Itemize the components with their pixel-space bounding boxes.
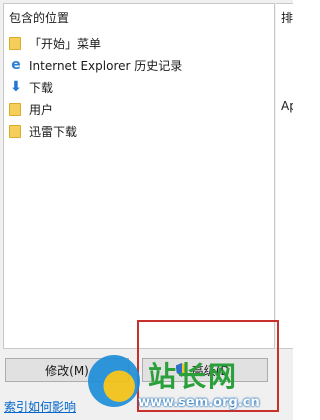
excluded-column-header: 排 xyxy=(281,11,293,25)
modify-button[interactable]: 修改(M) xyxy=(5,358,129,382)
list-item-xunlei-downloads[interactable]: 迅雷下载 xyxy=(8,121,77,141)
modify-button-label: 修改(M) xyxy=(45,363,89,378)
list-item-label: Internet Explorer 历史记录 xyxy=(29,58,183,73)
indexing-options-window: 包含的位置 「开始」菜单 e Internet Explorer 历史记录 ⬇ … xyxy=(0,0,293,420)
folder-icon xyxy=(8,101,24,117)
how-indexing-affects-link[interactable]: 索引如何影响 xyxy=(4,398,76,415)
list-item-users[interactable]: 用户 xyxy=(8,99,53,119)
list-header: 包含的位置 xyxy=(9,11,70,25)
list-item-label: 「开始」菜单 xyxy=(29,36,102,51)
list-item-label: 下载 xyxy=(29,80,54,95)
download-arrow-icon: ⬇ xyxy=(10,79,22,95)
excluded-column-value: Ap xyxy=(281,99,293,113)
list-item-downloads[interactable]: ⬇ 下载 xyxy=(8,77,53,97)
highlight-box xyxy=(137,320,279,412)
folder-icon xyxy=(8,35,24,51)
list-item-start-menu[interactable]: 「开始」菜单 xyxy=(8,33,101,53)
folder-icon xyxy=(8,123,24,139)
list-item-label: 迅雷下载 xyxy=(29,124,78,139)
list-item-ie-history[interactable]: e Internet Explorer 历史记录 xyxy=(8,55,182,75)
list-item-label: 用户 xyxy=(29,102,54,117)
included-locations-list[interactable]: 包含的位置 「开始」菜单 e Internet Explorer 历史记录 ⬇ … xyxy=(3,3,275,349)
excluded-column-panel: 排 Ap xyxy=(276,3,293,349)
internet-explorer-icon: e xyxy=(11,57,21,73)
